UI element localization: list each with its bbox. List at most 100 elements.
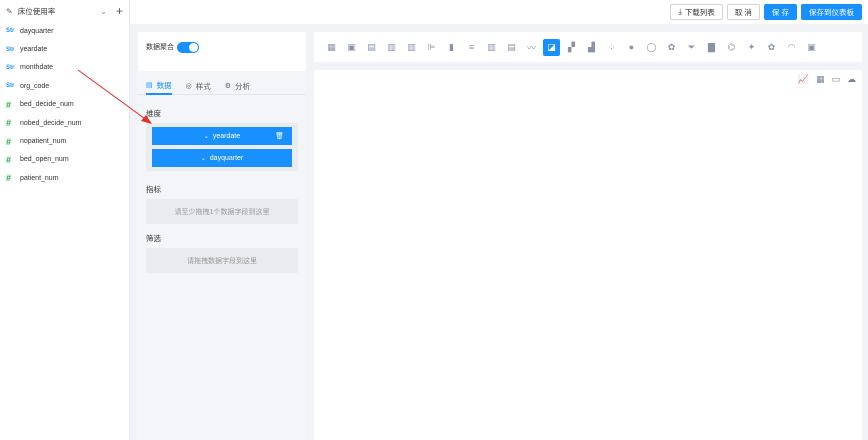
field-item[interactable]: Str org_code <box>0 77 129 95</box>
chevron-down-icon[interactable]: ⌄ <box>201 155 206 162</box>
tab-style-label: 样式 <box>195 81 211 91</box>
tab-style[interactable]: ◎ 样式 <box>186 77 211 95</box>
dimension-title: 维度 <box>146 109 161 118</box>
save-button[interactable]: 保 存 <box>763 4 797 20</box>
filter-title: 筛选 <box>146 234 161 243</box>
scatter-icon[interactable]: ⁘ <box>603 39 620 56</box>
field-name: nobed_decide_num <box>20 119 82 127</box>
filter-section: 筛选 请拖拽数据字段到这里 <box>138 233 306 273</box>
cancel-button[interactable]: 取 消 <box>726 4 760 20</box>
tab-analysis-label: 分析 <box>235 81 251 91</box>
grouped-column-icon[interactable]: ▮ <box>443 39 460 56</box>
add-dataset-icon[interactable]: + <box>116 5 123 17</box>
tab-analysis[interactable]: ⚙ 分析 <box>225 77 250 95</box>
gauge-icon[interactable]: ◠ <box>783 39 800 56</box>
field-item[interactable]: # bed_open_num <box>0 151 129 169</box>
table-icon[interactable]: ▦ <box>323 39 340 56</box>
field-item[interactable]: # patient_num <box>0 169 129 187</box>
table-view-icon[interactable]: ▦ <box>816 74 825 85</box>
stacked-bar-icon[interactable]: ≡ <box>463 39 480 56</box>
panel-tabs: ▤ 数据 ◎ 样式 ⚙ 分析 <box>138 71 306 95</box>
line-chart-icon[interactable]: ◪ <box>543 38 560 56</box>
dimension-item-dayquarter[interactable]: ⌄ dayquarter <box>152 149 292 167</box>
save-to-dashboard-button[interactable]: 保存到仪表板 <box>801 4 862 20</box>
number-type-icon: # <box>6 173 12 184</box>
data-tab-icon: ▤ <box>146 82 153 89</box>
column-chart-icon[interactable]: ▥ <box>403 39 420 56</box>
dimension-section: 维度 ⌄ yeardate 🗑 ⌄ dayquarter <box>138 108 306 171</box>
string-type-icon: Str <box>6 83 15 90</box>
cloud-download-icon[interactable]: ☁ <box>847 74 856 85</box>
horizontal-bar-icon[interactable]: ▤ <box>503 39 520 56</box>
chart-canvas: 📈 ▦ ▭ ☁ <box>314 70 862 440</box>
field-item[interactable]: # bed_decide_num <box>0 96 129 114</box>
tab-data-label: 数据 <box>156 80 172 90</box>
funnel-icon[interactable]: ⏷ <box>683 39 700 56</box>
field-name: bed_decide_num <box>20 101 74 109</box>
bar-chart-icon[interactable]: ⊫ <box>423 39 440 56</box>
edit-icon[interactable]: ✎ <box>6 7 13 16</box>
field-item[interactable]: Str dayquarter <box>0 22 129 40</box>
area-chart-icon[interactable]: 〰 <box>523 39 540 56</box>
top-bar: ⤓ 下载列表 取 消 保 存 保存到仪表板 <box>130 0 868 24</box>
string-type-icon: Str <box>6 28 15 35</box>
field-item[interactable]: Str yeardate <box>0 40 129 58</box>
cancel-label: 取 消 <box>734 7 752 17</box>
chart-editor: ✎ 床位使用率 ⌄ + Str dayquarter Str yeardate Str m… <box>0 0 868 440</box>
download-icon: ⤓ <box>678 7 682 16</box>
download-list-button[interactable]: ⤓ 下载列表 <box>670 4 723 20</box>
ring-chart-icon[interactable]: ◯ <box>643 39 660 56</box>
dimension-item-yeardate[interactable]: ⌄ yeardate 🗑 <box>152 127 292 145</box>
detail-table-icon[interactable]: ▤ <box>363 39 380 56</box>
histogram-icon[interactable]: ▇ <box>703 39 720 56</box>
dimension-label: dayquarter <box>209 154 244 162</box>
dimension-dropzone[interactable]: ⌄ yeardate 🗑 ⌄ dayquarter <box>146 123 298 171</box>
string-type-icon: Str <box>6 64 15 71</box>
monitor-icon[interactable]: ▭ <box>831 74 840 85</box>
tree-icon[interactable]: ⌬ <box>723 39 740 56</box>
rose-chart-icon[interactable]: ✿ <box>663 39 680 56</box>
aggregate-label: 数据聚合 <box>146 44 174 51</box>
cross-table-icon[interactable]: ▥ <box>383 39 400 56</box>
chart-type-toolbar: ▦ ▣ ▤ ▥ ▥ ⊫ ▮ ≡ ▥ ▤ 〰 ◪ ▞ ▟ ⁘ ● ◯ ✿ ⏷ ▇ ⌬ ✦ ✿ ◠ ▣ <box>314 32 862 62</box>
filter-dropzone[interactable]: 请拖拽数据字段到这里 <box>146 248 298 273</box>
combo-chart-icon[interactable]: ▞ <box>563 39 580 56</box>
heat-map-icon[interactable]: ✿ <box>763 39 780 56</box>
field-sidebar: ✎ 床位使用率 ⌄ + Str dayquarter Str yeardate Str m… <box>0 0 130 440</box>
field-name: yeardate <box>20 46 48 54</box>
field-name: nopatient_num <box>20 138 67 146</box>
aggregate-toggle[interactable] <box>177 41 199 53</box>
save-label: 保 存 <box>771 7 789 17</box>
number-type-icon: # <box>6 154 12 165</box>
pie-chart-icon[interactable]: ● <box>623 39 640 56</box>
dataset-name[interactable]: 床位使用率 <box>18 6 96 17</box>
pivot-table-icon[interactable]: ▣ <box>343 39 360 56</box>
view-toggle: 📈 ▦ ▭ ☁ <box>798 74 856 85</box>
field-name: monthdate <box>20 64 54 72</box>
trash-icon[interactable]: 🗑 <box>275 132 284 140</box>
waterfall-icon[interactable]: ▟ <box>583 39 600 56</box>
field-item[interactable]: # nobed_decide_num <box>0 114 129 132</box>
field-list: Str dayquarter Str yeardate Str monthdate Str o… <box>0 22 129 188</box>
field-name: bed_open_num <box>20 156 69 164</box>
indicator-card-icon[interactable]: ▣ <box>803 39 820 56</box>
field-item[interactable]: # nopatient_num <box>0 132 129 150</box>
style-tab-icon: ◎ <box>185 83 192 90</box>
tab-data[interactable]: ▤ 数据 <box>146 77 172 95</box>
metric-dropzone[interactable]: 请至少拖拽1个数据字段到这里 <box>146 199 298 224</box>
map-icon[interactable]: ✦ <box>743 39 760 56</box>
config-panel: 数据聚合 ▤ 数据 ◎ 样式 ⚙ 分析 维度 ⌄ yeardate 🗑 ⌄ da… <box>138 32 306 440</box>
field-name: patient_num <box>20 174 59 182</box>
save-dashboard-label: 保存到仪表板 <box>809 7 854 17</box>
chevron-down-icon[interactable]: ⌄ <box>100 7 107 16</box>
field-item[interactable]: Str monthdate <box>0 59 129 77</box>
top-actions: ⤓ 下载列表 取 消 保 存 保存到仪表板 <box>670 4 862 20</box>
stacked-column-icon[interactable]: ▥ <box>483 39 500 56</box>
field-name: org_code <box>20 82 50 90</box>
metric-section: 指标 请至少拖拽1个数据字段到这里 <box>138 184 306 224</box>
field-name: dayquarter <box>20 27 54 35</box>
number-type-icon: # <box>6 136 12 147</box>
aggregate-row: 数据聚合 <box>138 32 306 62</box>
chart-view-icon[interactable]: 📈 <box>798 74 809 85</box>
chevron-down-icon[interactable]: ⌄ <box>204 133 209 140</box>
